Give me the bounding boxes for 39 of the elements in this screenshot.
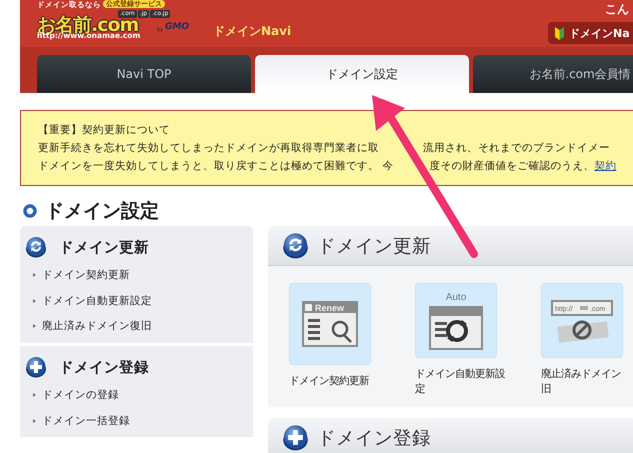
notice-text: ドメインを一度失効してしまうと、取り戻すことは極めて困難です。 今 [38, 159, 394, 174]
nav-tab[interactable]: お名前.com会員情 [473, 55, 633, 93]
tile-image[interactable]: Auto [415, 283, 497, 358]
sidebar-link[interactable]: ドメイン自動更新設定 [42, 294, 152, 308]
sidebar-heading: ドメイン更新 [59, 238, 149, 256]
renew-document-icon: Renew [302, 301, 358, 347]
navi-button[interactable]: ドメインNa [548, 22, 633, 44]
sidebar-link[interactable]: ドメイン契約更新 [42, 268, 130, 282]
refresh-icon [25, 236, 47, 258]
refresh-icon [282, 232, 309, 259]
nav-tab[interactable]: ドメイン設定 [255, 55, 469, 93]
tile-label[interactable]: ドメイン自動更新設 定 [415, 367, 505, 397]
sidebar-link[interactable]: ドメインの登録 [42, 388, 119, 402]
greeting-text: こん [605, 1, 629, 18]
tile-label[interactable]: ドメイン契約更新 [289, 374, 379, 389]
sidebar-link[interactable]: 廃止済みドメイン復旧 [42, 319, 152, 334]
nav-tab[interactable]: Navi TOP [37, 55, 251, 93]
bullet-icon [33, 392, 36, 397]
notice-text: 流用され、それまでのブランドイメー [423, 141, 610, 156]
sidebar-heading: ドメイン登録 [59, 358, 149, 377]
panel-title: ドメイン登録 [317, 427, 431, 450]
notice-link[interactable]: 契約 [594, 157, 616, 175]
notice-text: 更新手続きを忘れて失効してしまったドメインが再取得専門業者に取 [38, 141, 379, 156]
panel-title: ドメイン更新 [317, 235, 431, 258]
tile-label[interactable]: 廃止済みドメイン 旧 [541, 367, 631, 397]
bullet-icon [33, 298, 36, 303]
logo-maker: GMO [165, 22, 189, 32]
bullet-icon [33, 272, 36, 277]
ring-icon [23, 204, 37, 218]
plus-icon [282, 424, 309, 451]
page-title: ドメイン設定 [45, 199, 159, 224]
sidebar-link[interactable]: ドメイン一括登録 [42, 414, 130, 428]
notice-title: 【重要】契約更新について [38, 123, 171, 138]
leaf-icon [555, 26, 564, 40]
plus-icon [25, 356, 47, 378]
bullet-icon [33, 418, 36, 423]
bullet-icon [33, 324, 36, 328]
notice-text: 度その財産価値をご確認のうえ、 [429, 159, 594, 174]
site-title: ドメインNavi [213, 23, 292, 40]
